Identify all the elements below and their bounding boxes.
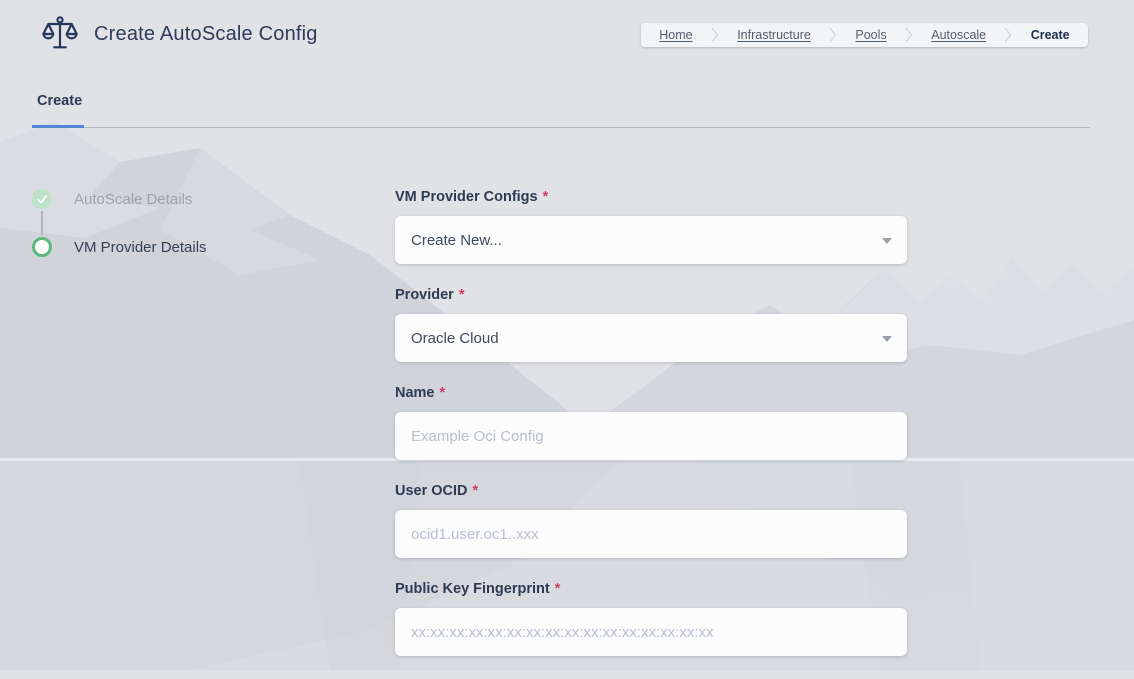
caret-down-icon <box>882 238 892 244</box>
field-name: Name * <box>395 385 907 460</box>
active-tab-indicator <box>32 125 84 128</box>
app-header: Create AutoScale Config <box>40 14 318 54</box>
user-ocid-input[interactable] <box>395 510 907 558</box>
field-vm-provider-configs: VM Provider Configs * Create New... <box>395 189 907 264</box>
field-label: User OCID * <box>395 483 907 500</box>
field-label: Provider * <box>395 287 907 304</box>
field-provider: Provider * Oracle Cloud <box>395 287 907 362</box>
breadcrumb-infrastructure[interactable]: Infrastructure <box>737 28 811 42</box>
page-title: Create AutoScale Config <box>94 23 318 46</box>
active-step-circle-icon <box>32 237 52 257</box>
step-label: AutoScale Details <box>74 191 192 208</box>
select-value: Oracle Cloud <box>411 330 499 347</box>
chevron-right-icon <box>829 27 837 43</box>
field-label: Public Key Fingerprint * <box>395 581 907 598</box>
required-asterisk: * <box>555 581 561 597</box>
tab-divider <box>32 127 1090 128</box>
step-label: VM Provider Details <box>74 239 207 256</box>
vm-provider-form: VM Provider Configs * Create New... Provi… <box>395 189 907 679</box>
field-label-text: Provider <box>395 287 454 303</box>
vm-provider-configs-select[interactable]: Create New... <box>395 216 907 264</box>
select-value: Create New... <box>411 232 502 249</box>
caret-down-icon <box>882 336 892 342</box>
chevron-right-icon <box>1004 27 1012 43</box>
field-label: VM Provider Configs * <box>395 189 907 206</box>
field-user-ocid: User OCID * <box>395 483 907 558</box>
name-input[interactable] <box>395 412 907 460</box>
provider-select[interactable]: Oracle Cloud <box>395 314 907 362</box>
breadcrumb-autoscale[interactable]: Autoscale <box>931 28 986 42</box>
field-label-text: User OCID <box>395 483 468 499</box>
field-label: Name * <box>395 385 907 402</box>
field-public-key-fingerprint: Public Key Fingerprint * <box>395 581 907 656</box>
breadcrumb-home[interactable]: Home <box>659 28 692 42</box>
required-asterisk: * <box>473 483 479 499</box>
required-asterisk: * <box>543 189 549 205</box>
check-icon <box>32 189 52 209</box>
balance-scale-icon <box>40 14 80 54</box>
tab-create[interactable]: Create <box>37 93 82 109</box>
required-asterisk: * <box>440 385 446 401</box>
breadcrumb-create-current: Create <box>1031 28 1070 42</box>
public-key-fingerprint-input[interactable] <box>395 608 907 656</box>
field-label-text: Name <box>395 385 435 401</box>
stepper-connector <box>41 211 43 235</box>
breadcrumb: Home Infrastructure Pools Autoscale Crea… <box>641 23 1088 47</box>
chevron-right-icon <box>905 27 913 43</box>
field-label-text: VM Provider Configs <box>395 189 538 205</box>
breadcrumb-pools[interactable]: Pools <box>855 28 886 42</box>
step-vm-provider-details[interactable]: VM Provider Details <box>32 237 207 257</box>
step-autoscale-details[interactable]: AutoScale Details <box>32 189 192 209</box>
required-asterisk: * <box>459 287 465 303</box>
field-label-text: Public Key Fingerprint <box>395 581 550 597</box>
chevron-right-icon <box>711 27 719 43</box>
